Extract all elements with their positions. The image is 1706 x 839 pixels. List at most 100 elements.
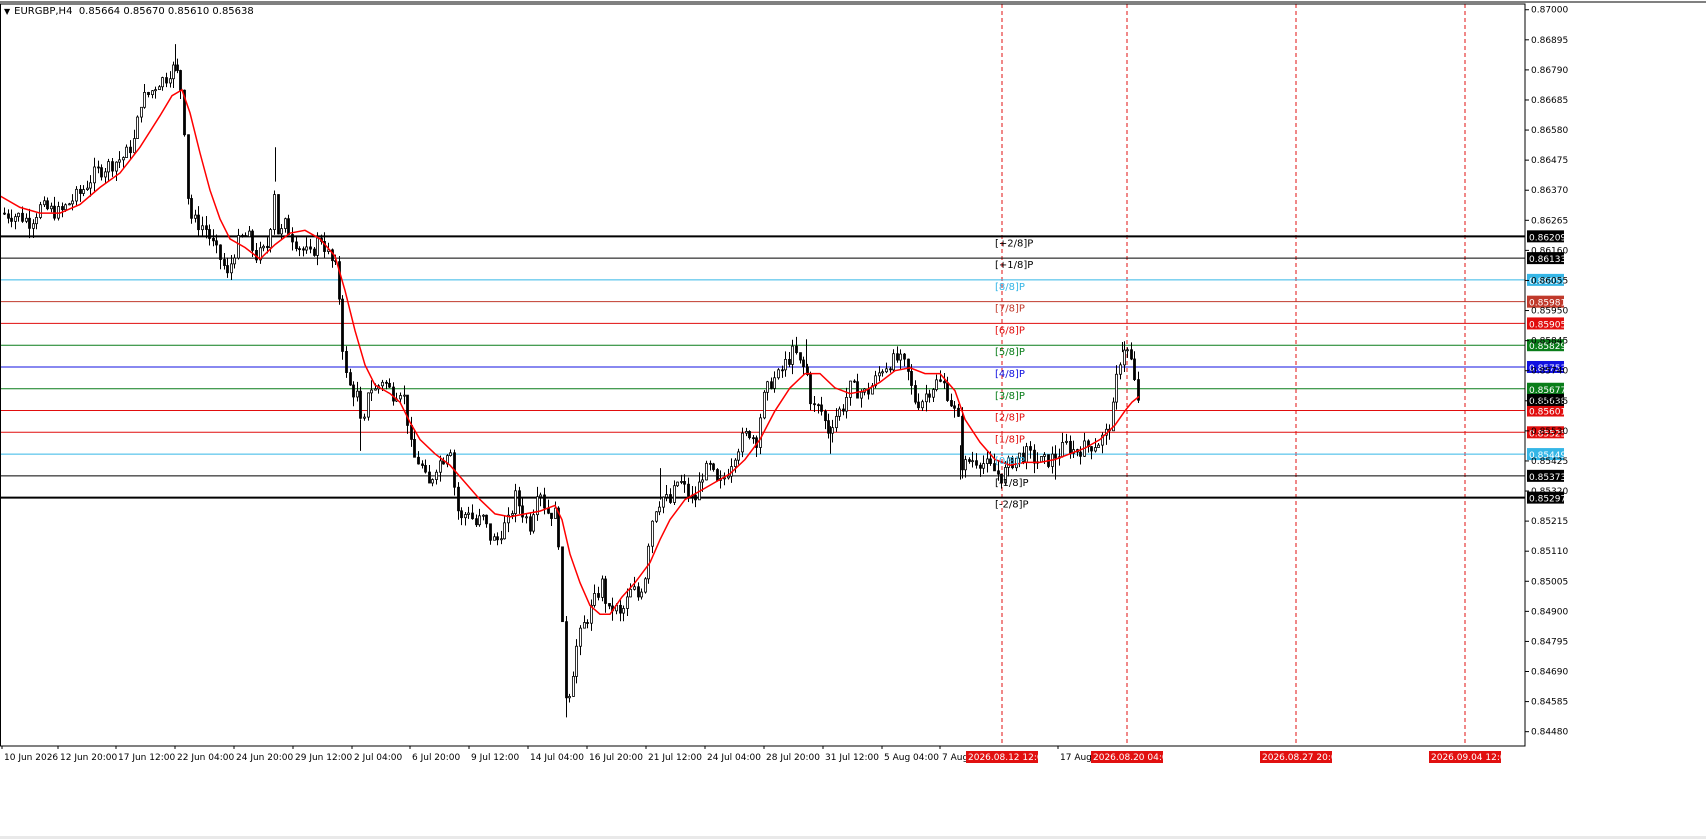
candle-body xyxy=(622,608,625,614)
candle-body xyxy=(50,205,53,210)
murrey-tag-m6: [6/8]P xyxy=(995,325,1025,336)
price-tick-label: 0.86160 xyxy=(1531,246,1568,256)
candle-body xyxy=(201,225,204,231)
candle-body xyxy=(449,452,452,456)
candle-body xyxy=(1123,349,1126,366)
candle-body xyxy=(61,206,64,211)
price-tick-label: 0.86370 xyxy=(1531,186,1568,196)
candle-body xyxy=(712,463,715,470)
candle-body xyxy=(989,458,992,464)
candle-body xyxy=(503,522,506,540)
candle-body xyxy=(500,538,503,541)
candle-body xyxy=(997,470,1000,475)
candle-body xyxy=(896,353,899,361)
candle-body xyxy=(151,90,154,96)
time-marker-label: 2026.08.27 20:00 xyxy=(1262,753,1343,763)
price-tick-label: 0.85215 xyxy=(1531,517,1568,527)
price-tick-label: 0.87000 xyxy=(1531,6,1568,16)
murrey-tag-m7: [7/8]P xyxy=(995,304,1025,315)
candle-body xyxy=(521,505,524,518)
candle-body xyxy=(777,369,780,379)
candle-body xyxy=(971,460,974,463)
time-label: 7 Aug xyxy=(942,753,968,763)
candle-body xyxy=(716,469,719,481)
price-chart[interactable]: [-2/8]P [-1/8]P [0/8]P [1/8]P [2/8]P [3/8]P [4… xyxy=(0,0,1706,839)
murrey-tag-n2: [+2/8]P xyxy=(995,238,1033,249)
candlesticks xyxy=(3,44,1140,718)
time-label: 31 Jul 12:00 xyxy=(825,753,879,763)
time-label: 24 Jul 04:00 xyxy=(707,753,761,763)
candle-body xyxy=(179,70,182,91)
murrey-tag-m2: [2/8]P xyxy=(995,413,1025,424)
candle-body xyxy=(842,408,845,412)
candle-body xyxy=(39,204,42,218)
candle-body xyxy=(3,212,6,215)
candle-body xyxy=(277,194,280,235)
candle-body xyxy=(248,230,251,238)
candle-body xyxy=(637,586,640,598)
chart-canvas[interactable]: [-2/8]P [-1/8]P [0/8]P [1/8]P [2/8]P [3/8]P [4… xyxy=(0,0,1706,839)
candle-body xyxy=(845,396,848,412)
candle-body xyxy=(809,374,812,405)
candle-body xyxy=(662,496,665,508)
murrey-tag-m3: [3/8]P xyxy=(995,391,1025,402)
candle-body xyxy=(763,391,766,419)
candle-body xyxy=(399,395,402,400)
candle-body xyxy=(35,217,38,225)
candle-body xyxy=(669,494,672,503)
candle-body xyxy=(100,167,103,178)
candle-body xyxy=(903,353,906,360)
candle-body xyxy=(737,451,740,461)
candle-body xyxy=(316,237,319,256)
murrey-tag-m1: [1/8]P xyxy=(995,434,1025,445)
candle-body xyxy=(136,116,139,139)
candle-body xyxy=(1065,440,1068,443)
candle-body xyxy=(190,198,193,219)
candle-body xyxy=(129,146,132,154)
time-marker-label: 2026.08.12 12:00 xyxy=(968,753,1049,763)
candle-body xyxy=(539,494,542,498)
candle-body xyxy=(601,578,604,598)
candle-body xyxy=(489,523,492,541)
candle-body xyxy=(298,248,301,251)
candle-body xyxy=(532,514,535,532)
candle-body xyxy=(986,458,989,464)
moving-average xyxy=(0,88,1140,615)
time-label: 6 Jul 20:00 xyxy=(412,753,461,763)
candle-body xyxy=(25,217,28,222)
candle-body xyxy=(309,246,312,250)
candle-body xyxy=(799,352,802,361)
candle-body xyxy=(107,161,110,173)
candle-body xyxy=(43,200,46,206)
price-label-m2: 0.85601 xyxy=(1529,408,1566,418)
candle-body xyxy=(629,588,632,598)
price-tick-label: 0.86685 xyxy=(1531,96,1568,106)
candle-body xyxy=(579,627,582,647)
candle-body xyxy=(979,464,982,469)
candle-body xyxy=(514,490,517,514)
dropdown-triangle-icon[interactable]: ▼ xyxy=(4,7,10,16)
candle-body xyxy=(899,353,902,361)
time-axis: 10 Jun 2026 12 Jun 20:00 17 Jun 12:00 22 Ju… xyxy=(1,746,1512,763)
candle-body xyxy=(1126,349,1129,352)
murrey-tag-m5: [5/8]P xyxy=(995,347,1025,358)
candle-body xyxy=(878,372,881,377)
candle-body xyxy=(741,432,744,453)
candle-body xyxy=(75,188,78,202)
candle-body xyxy=(802,359,805,368)
candle-body xyxy=(464,514,467,519)
candle-body xyxy=(187,134,190,199)
candle-body xyxy=(1040,456,1043,463)
candle-body xyxy=(1079,451,1082,457)
candle-body xyxy=(161,77,164,88)
candle-body xyxy=(550,512,553,519)
candle-body xyxy=(946,382,949,401)
candle-body xyxy=(485,514,488,525)
price-label-n2: 0.86209 xyxy=(1529,233,1566,243)
price-label-m6: 0.85905 xyxy=(1529,320,1566,330)
candle-body xyxy=(215,240,218,246)
candle-body xyxy=(860,391,863,399)
price-tick-label: 0.85530 xyxy=(1531,427,1568,437)
price-tick-label: 0.86790 xyxy=(1531,66,1568,76)
candle-body xyxy=(64,204,67,211)
